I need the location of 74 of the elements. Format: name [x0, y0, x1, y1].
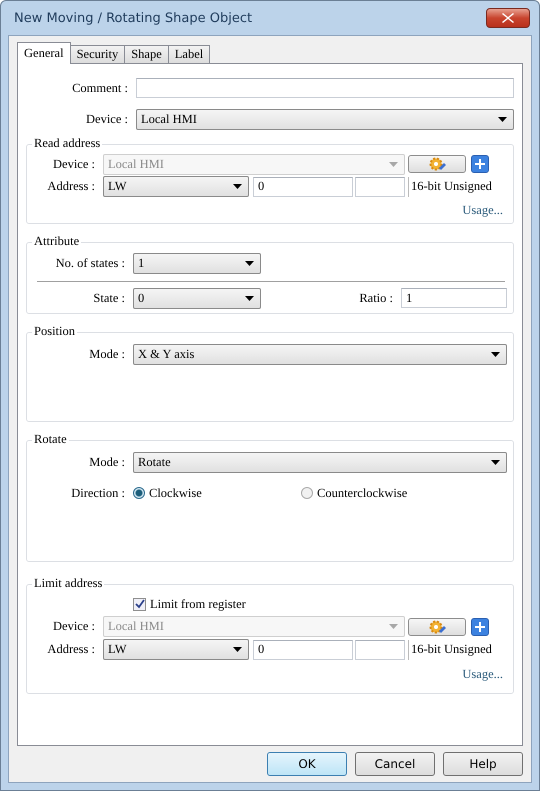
usage-link[interactable]: Usage...: [462, 202, 503, 218]
field-label: Address :: [46, 642, 96, 657]
limit-checkbox[interactable]: Limit from register: [133, 596, 246, 612]
address-field[interactable]: 0: [253, 640, 353, 660]
mode-dropdown[interactable]: Rotate: [133, 452, 507, 472]
dropdown-arrow-icon: [491, 352, 500, 356]
dropdown-arrow-icon: [491, 460, 500, 464]
close-icon: [502, 13, 514, 23]
selected-value: LW: [108, 179, 127, 194]
field-label: Address :: [46, 179, 96, 194]
gear-icon: [427, 618, 447, 634]
checkmark-icon: [134, 599, 144, 609]
ratio-field[interactable]: 1: [401, 288, 507, 308]
plus-icon: [475, 159, 485, 170]
dropdown-arrow-icon: [389, 162, 398, 167]
dialog-button[interactable]: OK: [267, 752, 347, 776]
add-button[interactable]: [471, 155, 489, 174]
group-title: Position: [32, 324, 77, 338]
address-type-dropdown[interactable]: LW: [103, 639, 249, 660]
dropdown-arrow-icon: [498, 116, 507, 122]
state-dropdown[interactable]: 0: [133, 288, 261, 308]
group-title: Attribute: [32, 234, 82, 248]
usage-link[interactable]: Usage...: [462, 666, 503, 682]
selected-value: X & Y axis: [138, 346, 194, 362]
states-dropdown[interactable]: 1: [133, 252, 261, 274]
dialog-button[interactable]: Cancel: [355, 752, 435, 776]
group-title: Read address: [32, 136, 102, 150]
field-label: Ratio :: [358, 290, 394, 306]
field-label: State :: [92, 290, 126, 306]
tab[interactable]: General: [17, 42, 71, 64]
dropdown-arrow-icon: [389, 624, 398, 629]
gear-icon: [427, 156, 447, 172]
dropdown-arrow-icon: [245, 296, 254, 300]
radio-option[interactable]: Counterclockwise: [301, 486, 408, 500]
data-format: 16-bit Unsigned: [408, 640, 492, 660]
field-label: Device :: [85, 112, 129, 126]
group-title: Rotate: [32, 432, 69, 446]
selected-value: 0: [138, 290, 144, 306]
mode-dropdown[interactable]: X & Y axis: [133, 344, 507, 364]
field-label: Device :: [52, 619, 96, 634]
comment-field[interactable]: [136, 78, 514, 98]
dropdown-arrow-icon: [233, 184, 242, 190]
selected-value: 1: [138, 256, 144, 270]
address-type-dropdown[interactable]: LW: [103, 176, 249, 198]
plus-icon: [475, 622, 485, 632]
radio-option[interactable]: Clockwise: [133, 486, 301, 500]
add-button[interactable]: [471, 618, 489, 636]
field-label: Device :: [52, 156, 96, 172]
data-format: 16-bit Unsigned: [408, 176, 492, 197]
field-label: Mode :: [88, 346, 126, 362]
dropdown-arrow-icon: [233, 647, 242, 652]
window-title: New Moving / Rotating Shape Object: [14, 10, 252, 26]
tab[interactable]: Label: [168, 45, 210, 64]
field-label: Mode :: [88, 454, 126, 470]
selected-value: Local HMI: [108, 156, 164, 172]
address-index-field[interactable]: [355, 176, 405, 197]
settings-button[interactable]: [408, 155, 466, 174]
dialog-button[interactable]: Help: [443, 752, 523, 776]
close-button[interactable]: [486, 8, 530, 28]
tab[interactable]: Security: [70, 45, 126, 64]
tab[interactable]: Shape: [124, 45, 169, 64]
field-label: No. of states :: [54, 256, 126, 270]
address-index-field[interactable]: [355, 640, 405, 660]
selected-value: LW: [108, 642, 127, 657]
selected-value: Local HMI: [141, 112, 197, 126]
selected-value: Local HMI: [108, 619, 164, 634]
settings-button[interactable]: [408, 618, 466, 636]
field-label: Direction :: [70, 486, 126, 500]
group-title: Limit address: [32, 576, 104, 590]
address-field[interactable]: 0: [253, 176, 353, 197]
field-label: Comment :: [71, 80, 129, 96]
dropdown-arrow-icon: [245, 260, 254, 266]
device-dropdown[interactable]: Local HMI: [136, 108, 514, 130]
selected-value: Rotate: [138, 454, 171, 470]
